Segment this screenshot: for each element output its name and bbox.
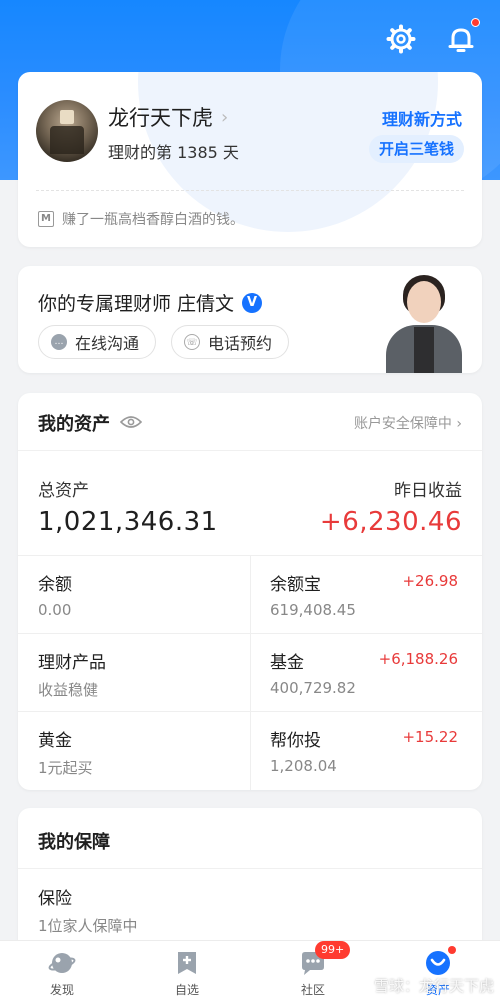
watermark-text: 雪球：龙行天下虎	[373, 977, 494, 995]
asset-item-gold[interactable]: 黄金 1元起买	[18, 711, 250, 789]
account-safety-label: 账户安全保障中	[353, 416, 452, 432]
tab-watchlist[interactable]: 自选	[147, 949, 227, 998]
asset-name: 余额	[38, 575, 72, 595]
account-safety-link[interactable]: 账户安全保障中 ›	[354, 413, 462, 433]
asset-amount: 619,408.45	[270, 601, 356, 619]
asset-name: 黄金	[38, 731, 72, 751]
eye-icon[interactable]	[119, 413, 143, 434]
profile-card[interactable]: 龙行天下虎 › 理财的第 1385 天 理财新方式 开启三笔钱 M 赚了一瓶高档…	[18, 72, 482, 247]
nickname-row[interactable]: 龙行天下虎 ›	[108, 102, 228, 132]
divider	[18, 868, 482, 869]
asset-amount: 400,729.82	[270, 679, 356, 697]
insurance-item[interactable]: 保险	[38, 884, 72, 909]
promo-button[interactable]: 开启三笔钱	[368, 135, 464, 163]
advisor-card: 你的专属理财师 庄倩文 V … 在线沟通 ☏ 电话预约	[18, 266, 482, 373]
assets-title: 我的资产	[38, 414, 110, 435]
bottom-tab-bar: 发现 自选 99+ 社区 资产 雪球：龙行天下虎	[0, 940, 500, 1006]
bell-icon[interactable]	[446, 18, 480, 54]
tab-discover[interactable]: 发现	[22, 949, 102, 998]
divider	[36, 190, 464, 191]
assets-page: 龙行天下虎 › 理财的第 1385 天 理财新方式 开启三笔钱 M 赚了一瓶高档…	[0, 0, 500, 1006]
notification-badge: 99+	[315, 941, 351, 959]
asset-amount: 0.00	[38, 601, 72, 619]
planet-icon	[48, 949, 76, 977]
asset-item-balance[interactable]: 余额 0.00	[18, 555, 250, 633]
quote-text: 赚了一瓶高档香醇白酒的钱。	[62, 212, 244, 228]
asset-item-wealth-products[interactable]: 理财产品 收益稳健	[18, 633, 250, 711]
asset-subtitle: 1元起买	[38, 759, 93, 777]
watermark: 雪球：龙行天下虎	[374, 975, 494, 996]
asset-daily-change: +15.22	[402, 728, 458, 746]
avatar[interactable]	[36, 100, 98, 162]
verified-icon: V	[242, 292, 263, 313]
tab-label: 发现	[49, 983, 74, 997]
advisor-title-row: 你的专属理财师 庄倩文 V	[38, 289, 263, 316]
advisor-title: 你的专属理财师 庄倩文	[38, 293, 235, 315]
asset-amount: 1,208.04	[270, 757, 337, 775]
notification-dot	[471, 18, 480, 27]
chat-icon: 99+	[299, 941, 351, 977]
asset-name: 帮你投	[270, 731, 321, 751]
asset-name: 基金	[270, 653, 304, 673]
chevron-right-icon: ›	[221, 106, 229, 128]
asset-subtitle: 收益稳健	[38, 681, 99, 699]
online-chat-button[interactable]: … 在线沟通	[38, 325, 157, 359]
protection-title: 我的保障	[38, 832, 110, 853]
assets-header: 我的资产	[38, 410, 143, 436]
m-badge-icon: M	[38, 211, 54, 227]
assets-icon	[424, 946, 456, 977]
notification-dot	[448, 946, 456, 954]
asset-item-funds[interactable]: 基金 400,729.82 +6,188.26	[250, 633, 482, 711]
tab-label: 社区	[300, 983, 325, 997]
total-assets-value[interactable]: 1,021,346.31	[38, 507, 218, 537]
phone-appointment-label: 电话预约	[208, 334, 273, 353]
tab-community[interactable]: 99+ 社区	[273, 941, 353, 998]
asset-name: 余额宝	[270, 575, 321, 595]
assets-card: 我的资产 账户安全保障中 › 总资产 1,021,346.31 昨日收益 +6,…	[18, 393, 482, 790]
asset-daily-change: +26.98	[402, 572, 458, 590]
yesterday-earnings-label: 昨日收益	[394, 481, 462, 501]
asset-daily-change: +6,188.26	[378, 650, 458, 668]
earnings-quote: M 赚了一瓶高档香醇白酒的钱。	[38, 209, 244, 229]
asset-item-auto-invest[interactable]: 帮你投 1,208.04 +15.22	[250, 711, 482, 789]
investing-days: 理财的第 1385 天	[108, 143, 239, 162]
asset-grid: 余额 0.00 余额宝 619,408.45 +26.98 理财产品 收益稳健 …	[18, 555, 482, 790]
advisor-photo[interactable]	[384, 269, 464, 373]
tab-label: 自选	[174, 983, 199, 997]
gear-icon[interactable]	[386, 24, 416, 54]
promo-title[interactable]: 理财新方式	[382, 106, 462, 130]
divider	[18, 450, 482, 451]
protection-card: 我的保障 保险 1位家人保障中	[18, 808, 482, 958]
phone-icon: ☏	[184, 334, 200, 350]
bookmark-plus-icon	[173, 949, 201, 977]
asset-name: 理财产品	[38, 653, 106, 673]
insurance-status: 1位家人保障中	[38, 917, 138, 935]
chevron-right-icon: ›	[456, 416, 462, 432]
yesterday-earnings-value[interactable]: +6,230.46	[320, 507, 462, 537]
asset-item-yuebao[interactable]: 余额宝 619,408.45 +26.98	[250, 555, 482, 633]
nickname: 龙行天下虎	[108, 106, 213, 130]
phone-appointment-button[interactable]: ☏ 电话预约	[171, 325, 290, 359]
online-chat-label: 在线沟通	[75, 334, 140, 353]
chat-bubble-icon: …	[51, 334, 67, 350]
top-icons	[386, 18, 480, 54]
total-assets-label: 总资产	[38, 481, 89, 501]
